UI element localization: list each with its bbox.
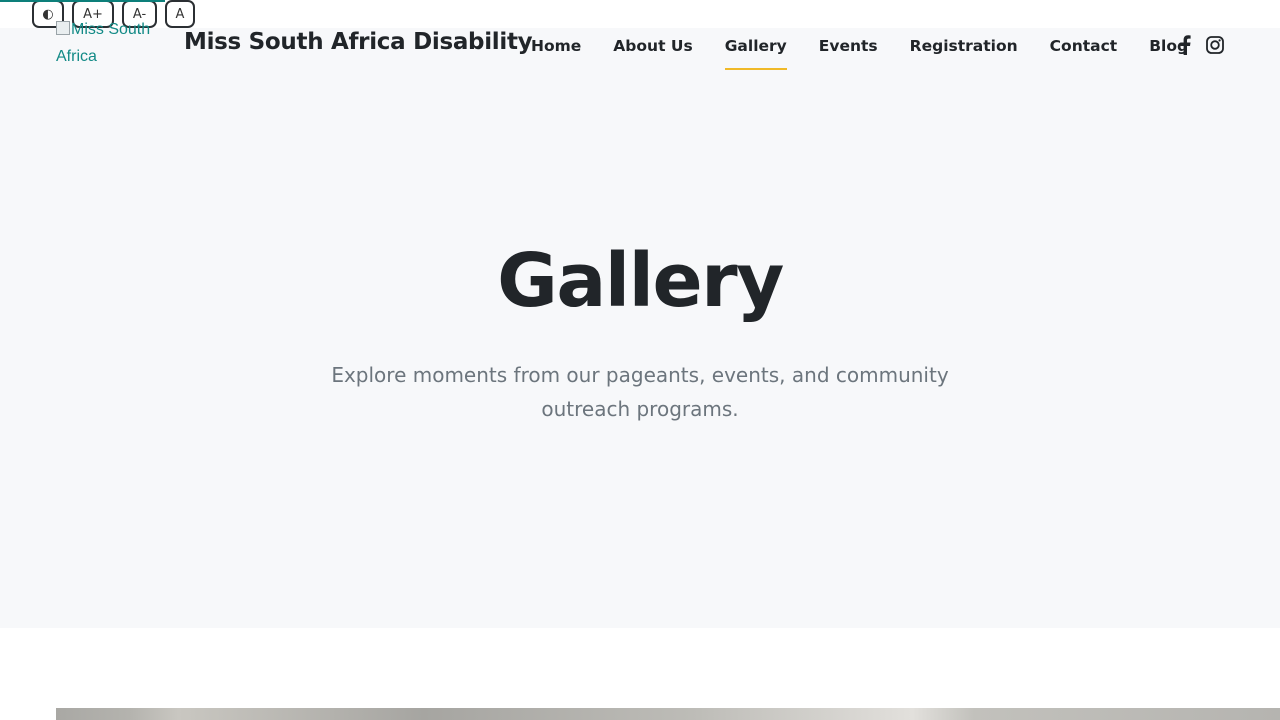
broken-image-icon: [56, 21, 70, 35]
main-nav: Home About Us Gallery Events Registratio…: [531, 34, 1188, 70]
nav-item-events[interactable]: Events: [819, 34, 878, 70]
site-logo-link[interactable]: Miss South Africa: [56, 16, 166, 70]
facebook-icon[interactable]: [1175, 34, 1195, 56]
brand-name[interactable]: Miss South Africa Disability: [184, 29, 533, 55]
instagram-icon[interactable]: [1205, 34, 1225, 56]
page-subtitle: Explore moments from our pageants, event…: [331, 363, 949, 421]
gallery-image-top[interactable]: [56, 708, 1280, 720]
nav-item-about-us[interactable]: About Us: [613, 34, 692, 70]
accessibility-toolbar: ◐ A+ A- A: [0, 0, 1280, 28]
page-progress-line: [0, 0, 165, 2]
reset-font-button[interactable]: A: [165, 0, 195, 28]
nav-item-contact[interactable]: Contact: [1050, 34, 1118, 70]
logo-alt-text: Miss South Africa: [56, 21, 151, 65]
nav-item-home[interactable]: Home: [531, 34, 581, 70]
hero-section: Gallery Explore moments from our pageant…: [0, 28, 1280, 628]
nav-item-gallery[interactable]: Gallery: [724, 34, 787, 70]
page-title: Gallery: [497, 238, 784, 324]
nav-item-registration[interactable]: Registration: [910, 34, 1018, 70]
